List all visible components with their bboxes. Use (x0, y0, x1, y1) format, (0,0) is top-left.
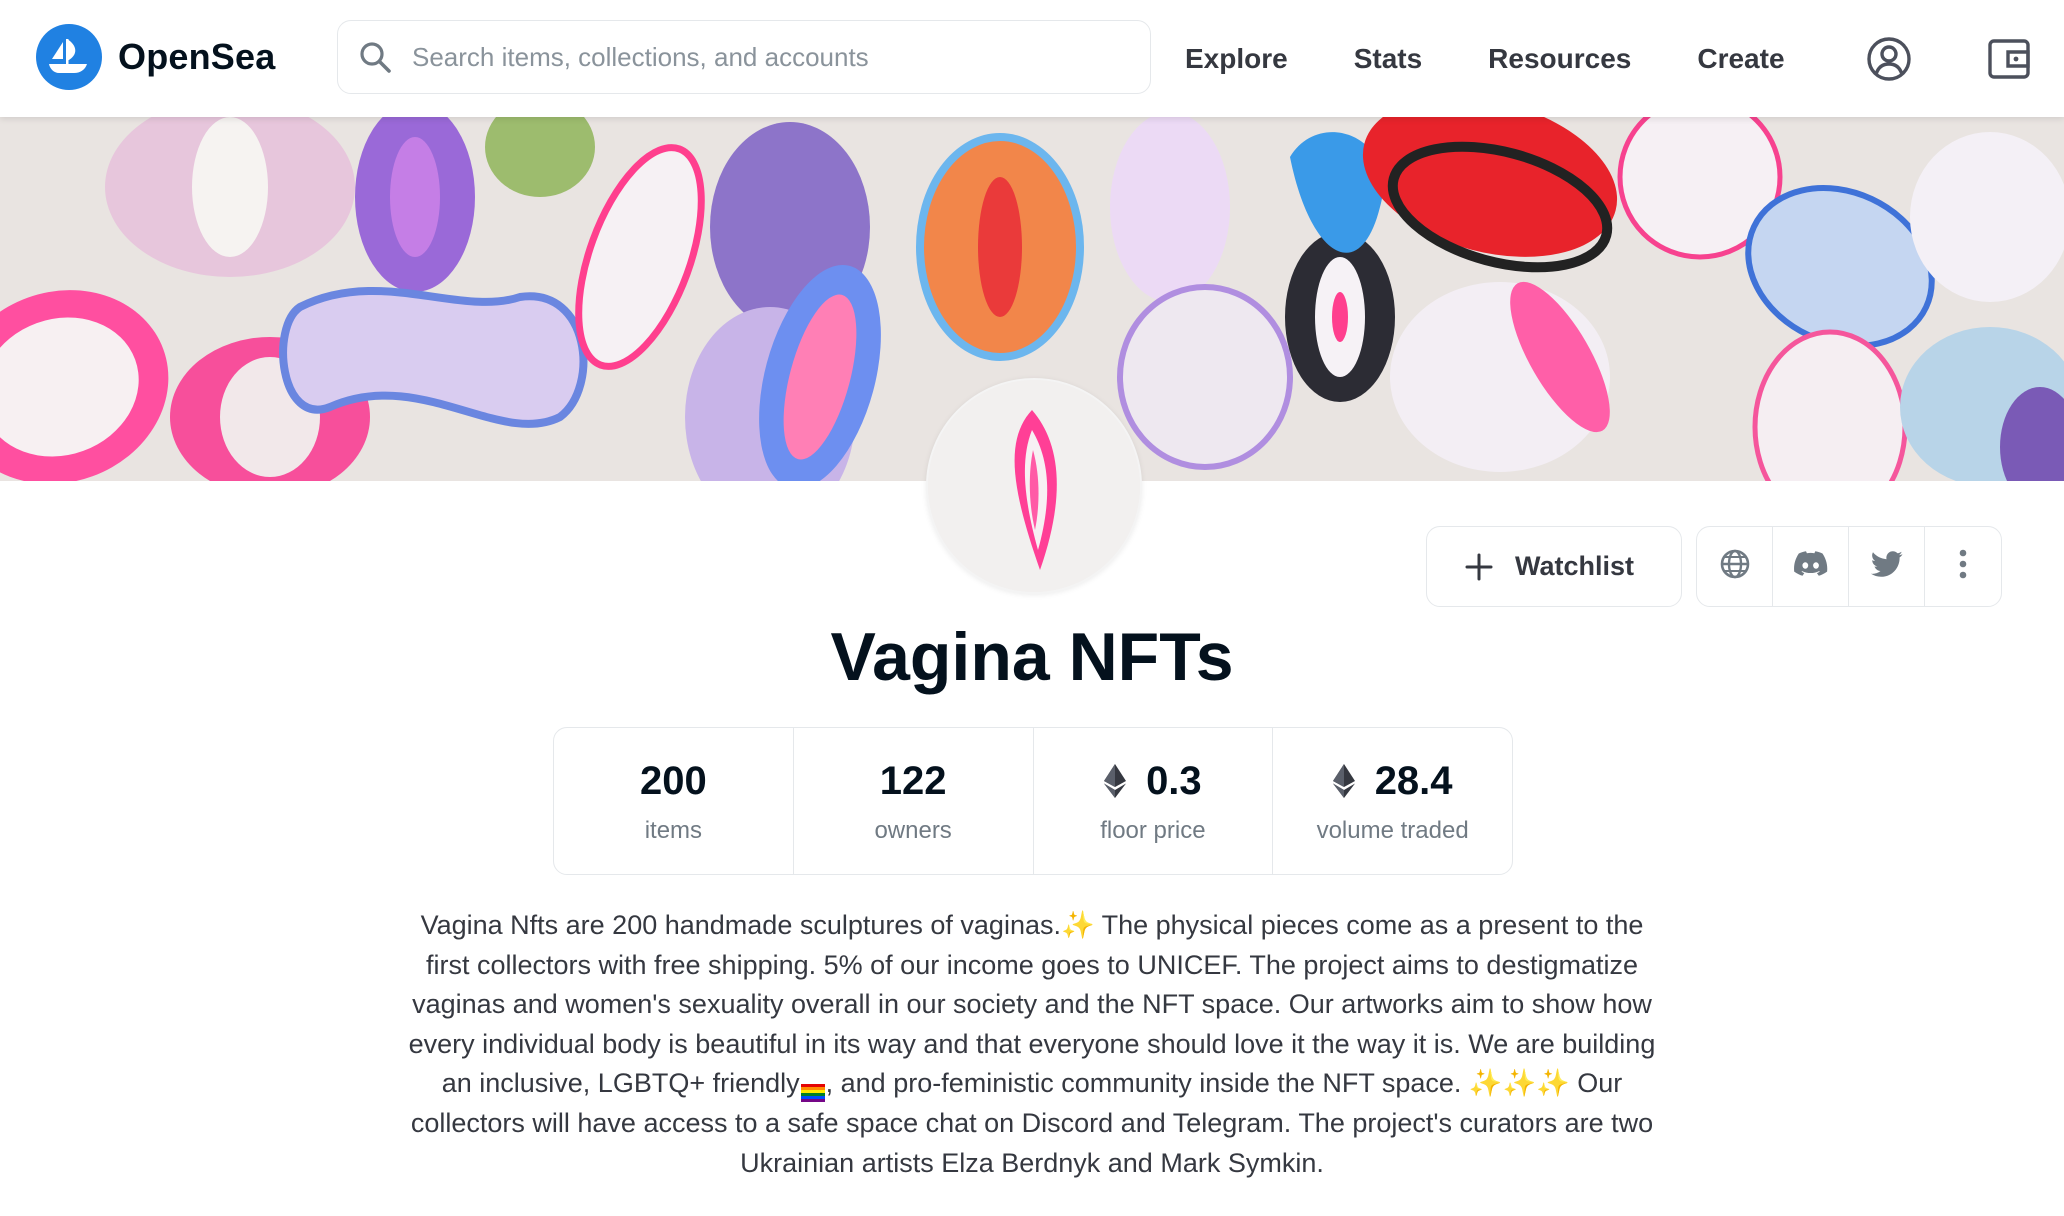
stat-volume-traded-value: 28.4 (1374, 759, 1453, 803)
stat-volume-traded[interactable]: 28.4 volume traded (1273, 728, 1512, 874)
discord-icon (1793, 551, 1828, 582)
stat-items[interactable]: 200 items (554, 728, 794, 874)
stat-items-value: 200 (640, 759, 707, 803)
nav-stats[interactable]: Stats (1354, 43, 1422, 75)
brand-name: OpenSea (118, 36, 276, 77)
stat-floor-price-value: 0.3 (1146, 759, 1202, 803)
sparkles-icon: ✨ (1060, 910, 1095, 940)
collection-description: Vagina Nfts are 200 handmade sculptures … (396, 906, 1668, 1183)
collection-avatar (926, 378, 1142, 594)
globe-icon (1719, 548, 1751, 585)
twitter-icon (1870, 550, 1903, 583)
primary-nav: Explore Stats Resources Create (1185, 0, 1851, 117)
rainbow-flag-icon (800, 1074, 825, 1103)
nav-explore[interactable]: Explore (1185, 43, 1288, 75)
sparkles-icon: ✨✨✨ (1468, 1068, 1570, 1099)
twitter-link-button[interactable] (1849, 527, 1925, 606)
collection-title: Vagina NFTs (830, 619, 1234, 695)
opensea-ship-logo-icon (36, 24, 102, 90)
search-bar[interactable] (337, 20, 1151, 94)
ethereum-icon (1332, 764, 1355, 798)
stat-owners[interactable]: 122 owners (794, 728, 1034, 874)
wallet-icon[interactable] (1986, 36, 2032, 82)
stat-volume-traded-label: volume traded (1316, 817, 1469, 844)
stat-value: 122 (880, 757, 947, 805)
stat-floor-price[interactable]: 0.3 floor price (1034, 728, 1274, 874)
stat-value: 28.4 (1332, 757, 1453, 805)
stat-items-label: items (644, 817, 703, 844)
top-navbar: OpenSea Explore Stats Resources Create (0, 0, 2064, 117)
social-links-group (1696, 526, 2002, 607)
search-icon (358, 40, 392, 74)
search-input[interactable] (410, 40, 1150, 74)
more-options-button[interactable] (1925, 527, 2001, 606)
opensea-logo-link[interactable]: OpenSea (36, 24, 275, 90)
website-link-button[interactable] (1697, 527, 1773, 606)
more-vertical-icon (1959, 549, 1967, 584)
description-text: Vagina Nfts are 200 handmade sculptures … (420, 910, 1061, 940)
stat-owners-label: owners (874, 817, 952, 844)
discord-link-button[interactable] (1773, 527, 1849, 606)
collection-stats: 200 items 122 owners 0.3 floor price 28.… (553, 727, 1513, 875)
nav-create[interactable]: Create (1697, 43, 1784, 75)
stat-value: 0.3 (1104, 757, 1202, 805)
stat-owners-value: 122 (879, 759, 947, 803)
stat-floor-price-label: floor price (1100, 817, 1206, 844)
nav-resources[interactable]: Resources (1488, 43, 1631, 75)
description-text: , and pro-feministic community inside th… (825, 1068, 1469, 1099)
plus-icon (1463, 551, 1495, 583)
account-icon[interactable] (1866, 36, 1912, 82)
ethereum-icon (1104, 764, 1127, 798)
stat-value: 200 (640, 757, 707, 805)
watchlist-label: Watchlist (1515, 551, 1635, 581)
watchlist-button[interactable]: Watchlist (1426, 526, 1682, 607)
